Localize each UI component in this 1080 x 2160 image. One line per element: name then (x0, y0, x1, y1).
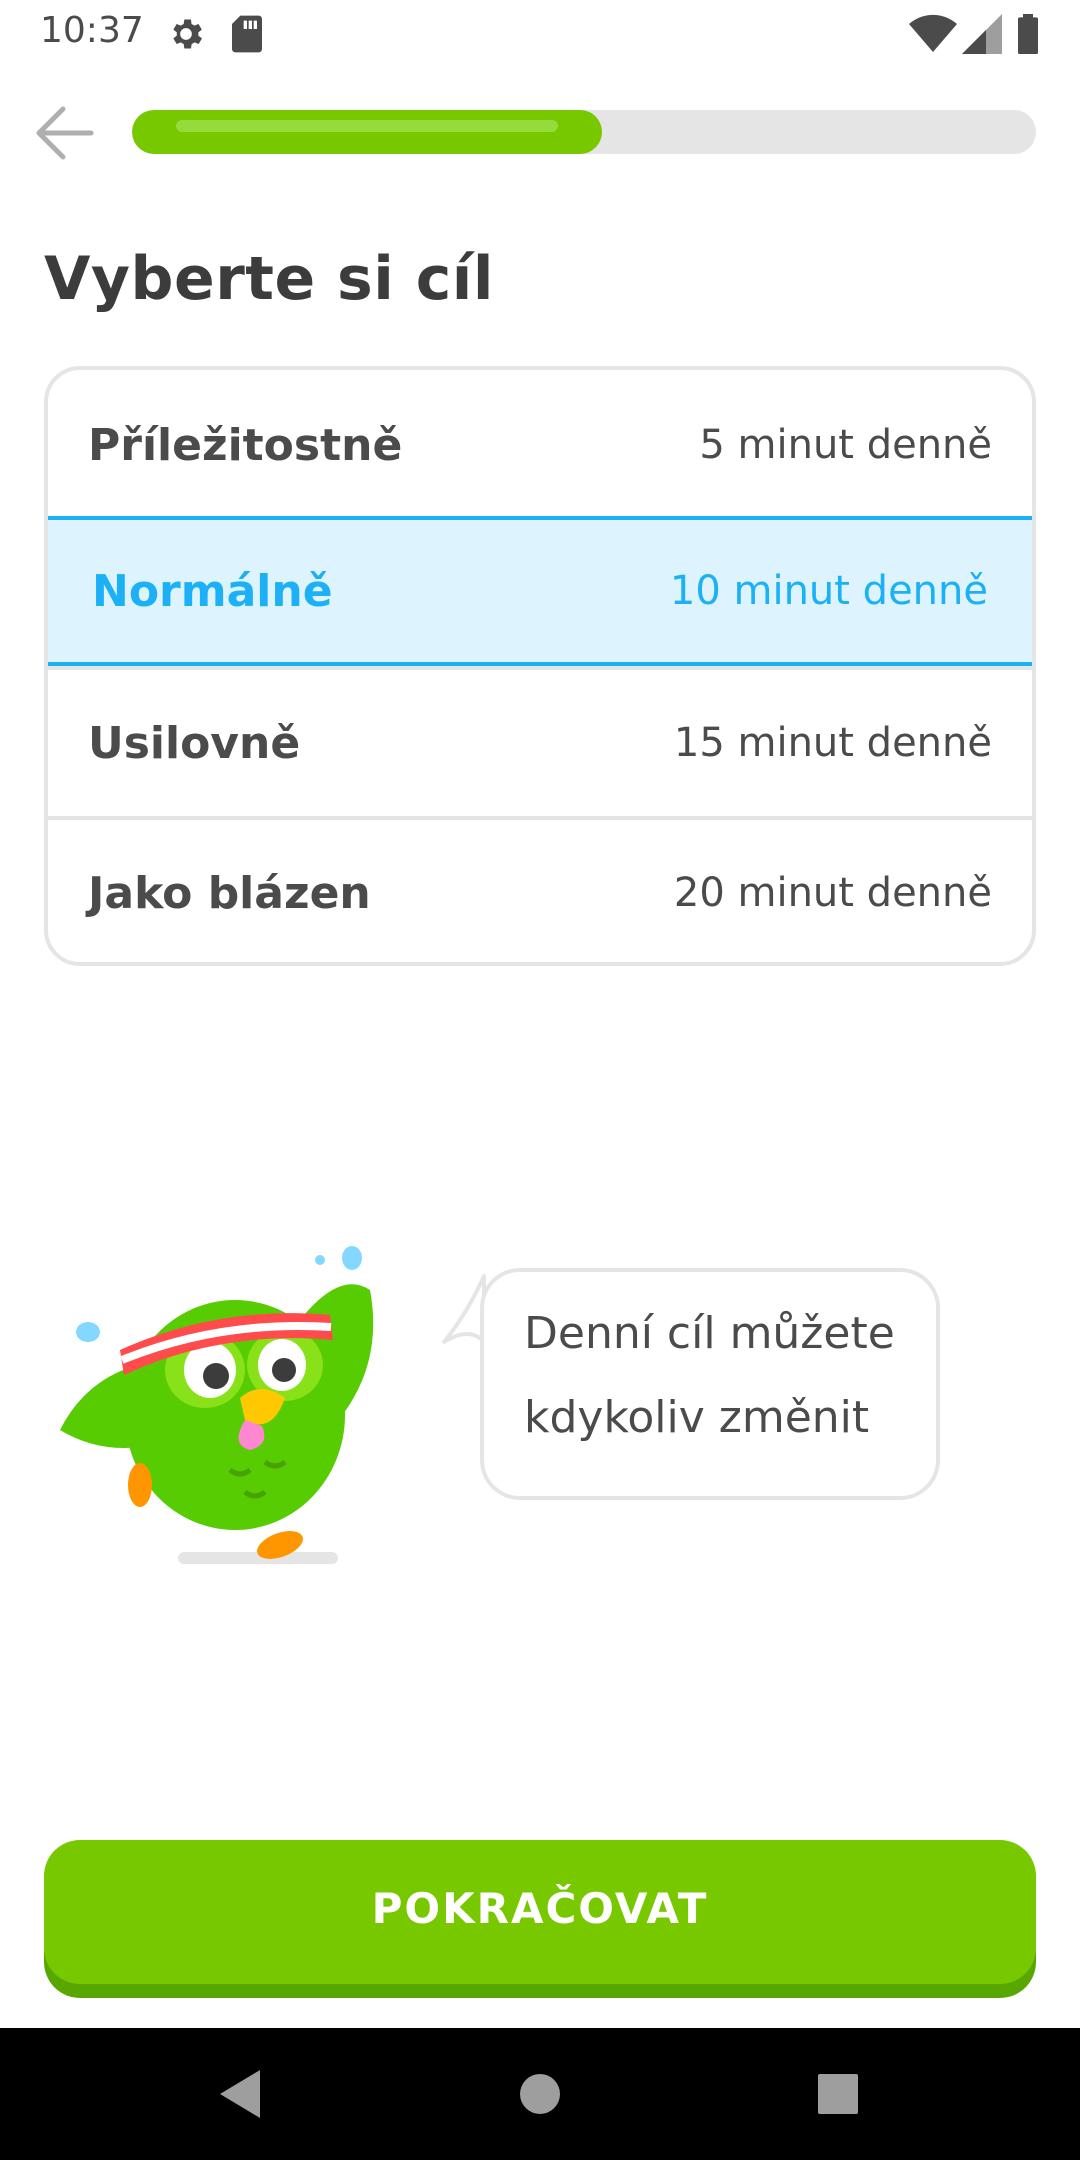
goal-option-regular[interactable]: Normálně 10 minut denně (48, 516, 1032, 666)
wifi-icon (909, 14, 957, 53)
progress-fill (132, 110, 602, 154)
owl-mascot-icon (60, 1246, 374, 1564)
status-time: 10:37 (40, 10, 144, 51)
goal-option-value: 5 minut denně (699, 422, 992, 468)
sd-card-icon (232, 15, 262, 53)
recents-square-icon (818, 2074, 858, 2114)
back-button[interactable] (30, 100, 100, 166)
signal-icon (962, 14, 1002, 54)
goal-option-label: Normálně (92, 565, 333, 617)
goal-option-value: 15 minut denně (673, 720, 992, 766)
progress-bar (132, 110, 1036, 154)
goal-option-value: 10 minut denně (669, 568, 988, 614)
goal-option-serious[interactable]: Usilovně 15 minut denně (48, 666, 1032, 816)
goal-option-label: Usilovně (88, 717, 301, 769)
goal-selection-screen: 10:37 Vyberte si cíl Příležitostně 5 min… (0, 0, 1080, 2160)
arrow-left-icon (36, 106, 94, 160)
back-triangle-icon (220, 2070, 260, 2118)
continue-button[interactable]: POKRAČOVAT (44, 1840, 1036, 1984)
page-title: Vyberte si cíl (44, 244, 494, 314)
status-bar: 10:37 (0, 0, 1080, 66)
goal-option-label: Jako blázen (88, 867, 371, 919)
nav-back-button[interactable] (204, 2058, 276, 2130)
battery-icon (1018, 14, 1038, 54)
speech-line-2: kdykoliv změnit (524, 1392, 870, 1443)
speech-bubble: Denní cíl můžete kdykoliv změnit (480, 1268, 940, 1500)
goal-option-label: Příležitostně (88, 419, 403, 471)
speech-line-1: Denní cíl můžete (524, 1308, 895, 1359)
progress-highlight (176, 120, 558, 132)
goal-option-casual[interactable]: Příležitostně 5 minut denně (48, 370, 1032, 520)
nav-recents-button[interactable] (802, 2058, 874, 2130)
goal-option-value: 20 minut denně (673, 870, 992, 916)
goal-options-list: Příležitostně 5 minut denně Normálně 10 … (44, 366, 1036, 966)
settings-icon (173, 19, 202, 49)
nav-home-button[interactable] (504, 2058, 576, 2130)
goal-option-intense[interactable]: Jako blázen 20 minut denně (48, 816, 1032, 962)
system-nav-bar (0, 2028, 1080, 2160)
home-circle-icon (520, 2074, 560, 2114)
